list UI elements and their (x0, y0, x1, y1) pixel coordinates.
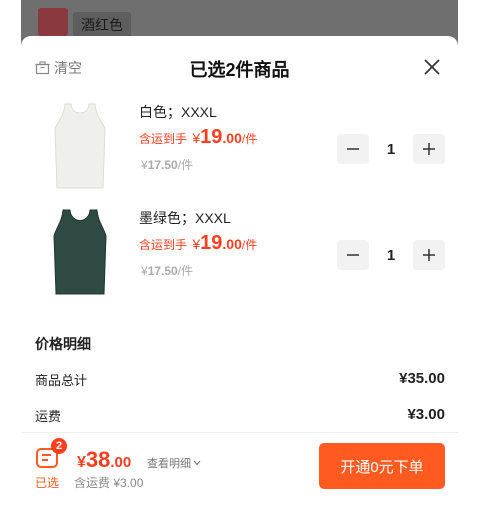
old-price-value: 17.50 (147, 264, 178, 278)
item-old-price: ¥17.50/件 (141, 156, 193, 173)
total-decimal: .00 (110, 454, 132, 471)
total-price: ¥38.00 (77, 447, 131, 473)
price-row-subtotal: 商品总计 ¥35.00 (35, 370, 445, 389)
item-spec: 白色；XXXL (139, 104, 217, 120)
price-unit: /件 (241, 132, 258, 146)
total-integer: 38 (85, 447, 111, 472)
price-prefix: 含运到手 (139, 238, 188, 252)
decrease-button[interactable] (337, 240, 369, 270)
cart-item: 白色；XXXL 含运到手 ¥19.00/件 ¥17.50/件 1 (21, 98, 458, 198)
price-detail-title: 价格明细 (35, 336, 91, 352)
price-decimal: .00 (222, 236, 242, 252)
item-price: 含运到手 ¥19.00/件 (139, 126, 257, 149)
item-price: 含运到手 ¥19.00/件 (139, 232, 257, 255)
minus-icon (347, 148, 359, 150)
item-spec: 墨绿色；XXXL (139, 210, 231, 226)
price-unit: /件 (241, 238, 258, 252)
old-price-unit: /件 (177, 264, 194, 278)
background-variant-thumbnail (38, 8, 68, 36)
price-currency: ¥ (192, 236, 201, 252)
plus-icon (423, 143, 435, 155)
price-integer: 19 (200, 232, 223, 254)
view-detail-link[interactable]: 查看明细 (147, 455, 201, 471)
shipping-label: 运费 (35, 409, 62, 424)
checkout-bar: 2 已选 ¥38.00 查看明细 含运费 ¥3.00 开通0元下单 (21, 432, 458, 521)
checkout-button[interactable]: 开通0元下单 (319, 443, 445, 489)
price-integer: 19 (200, 126, 223, 148)
selected-label: 已选 (35, 476, 60, 490)
quantity-value[interactable]: 1 (369, 141, 413, 158)
quantity-value[interactable]: 1 (369, 247, 413, 264)
increase-button[interactable] (413, 134, 445, 164)
old-price-currency: ¥ (141, 158, 148, 172)
subtotal-value: ¥35.00 (399, 370, 445, 387)
cart-item: 墨绿色；XXXL 含运到手 ¥19.00/件 ¥17.50/件 1 (21, 204, 458, 304)
chevron-down-icon (193, 460, 201, 466)
quantity-stepper: 1 (337, 240, 445, 270)
minus-icon (347, 254, 359, 256)
decrease-button[interactable] (337, 134, 369, 164)
background-variant-chip: 酒红色 (73, 12, 131, 38)
product-image-green-tank[interactable] (45, 208, 115, 298)
price-currency: ¥ (192, 130, 201, 146)
selected-items-sheet: 清空 已选2件商品 白色；XXXL 含运到手 ¥19.00/件 ¥17.50/件… (21, 36, 458, 521)
subtotal-label: 商品总计 (35, 373, 88, 388)
price-prefix: 含运到手 (139, 132, 188, 146)
sheet-header: 清空 已选2件商品 (21, 36, 458, 96)
price-row-shipping: 运费 ¥3.00 (35, 406, 445, 425)
cart-count-badge: 2 (51, 438, 67, 454)
view-detail-label: 查看明细 (147, 458, 191, 470)
shipping-note: 含运费 ¥3.00 (74, 476, 144, 490)
old-price-value: 17.50 (147, 158, 178, 172)
total-currency: ¥ (77, 454, 86, 471)
item-old-price: ¥17.50/件 (141, 262, 193, 279)
product-image-white-tank[interactable] (45, 102, 115, 192)
quantity-stepper: 1 (337, 134, 445, 164)
close-icon[interactable] (422, 57, 442, 77)
sheet-title: 已选2件商品 (189, 60, 290, 80)
old-price-unit: /件 (177, 158, 194, 172)
shipping-value: ¥3.00 (407, 406, 445, 423)
price-decimal: .00 (222, 130, 242, 146)
old-price-currency: ¥ (141, 264, 148, 278)
increase-button[interactable] (413, 240, 445, 270)
plus-icon (423, 249, 435, 261)
